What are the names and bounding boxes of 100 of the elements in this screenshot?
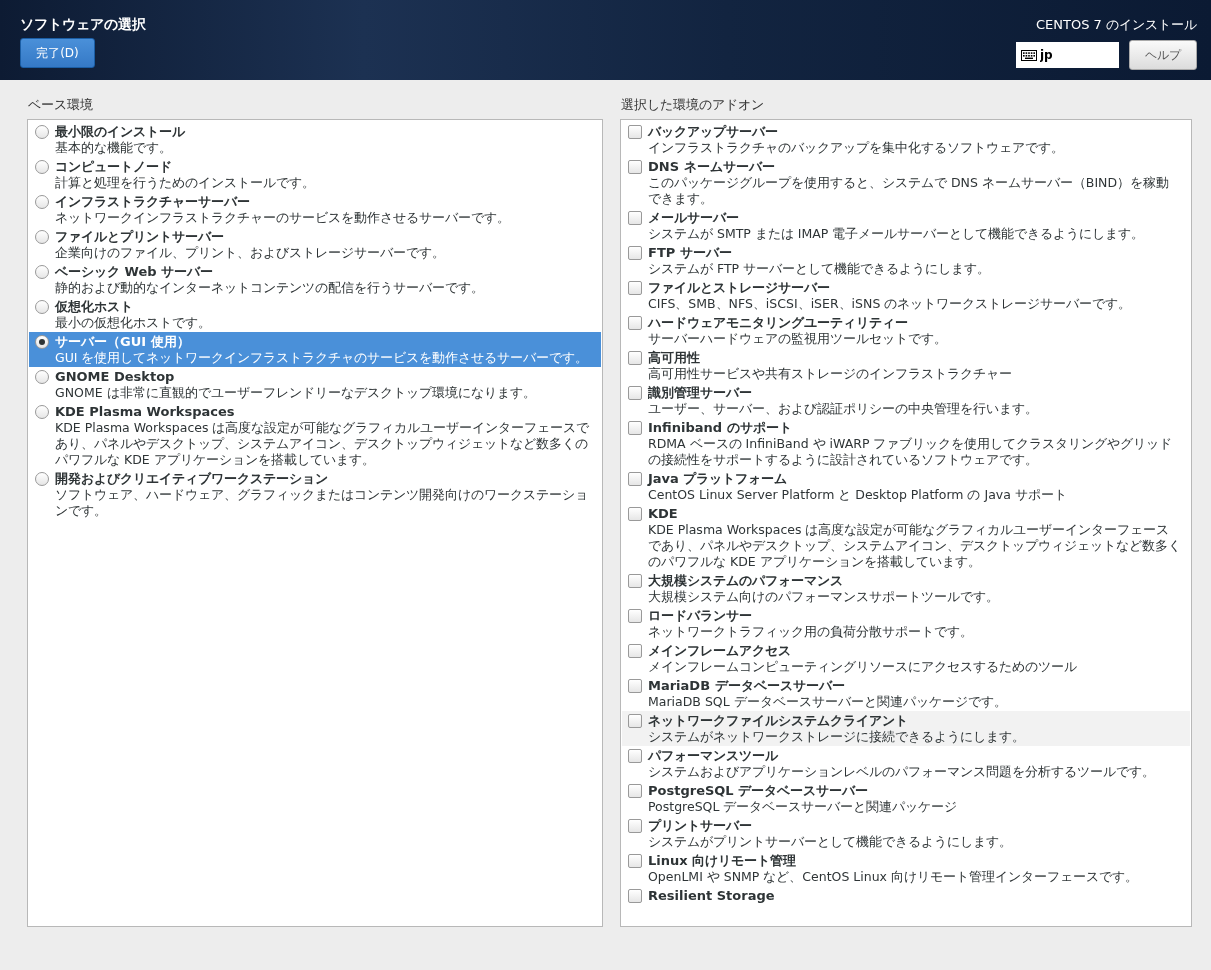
addon-item[interactable]: ロードバランサー ネットワークトラフィック用の負荷分散サポートです。 [622,606,1190,641]
environment-item[interactable]: 開発およびクリエイティブワークステーション ソフトウェア、ハードウェア、グラフィックまたはコンテンツ開発向けのワークステーションです。 [29,469,601,520]
addon-title: ネットワークファイルシステムクライアント [648,712,909,729]
product-title: CENTOS 7 のインストール [1036,16,1197,34]
addon-item[interactable]: ハードウェアモニタリングユーティリティー サーバーハードウェアの監視用ツールセットです。 [622,313,1190,348]
addon-title: メインフレームアクセス [648,642,792,659]
checkbox[interactable] [628,749,642,763]
checkbox[interactable] [628,421,642,435]
checkbox[interactable] [628,889,642,903]
addon-item[interactable]: プリントサーバー システムがプリントサーバーとして機能できるようにします。 [622,816,1190,851]
checkbox[interactable] [628,644,642,658]
done-button[interactable]: 完了(D) [20,38,95,68]
checkbox[interactable] [628,125,642,139]
addon-item[interactable]: DNS ネームサーバー このパッケージグループを使用すると、システムで DNS ネームサーバー（BIND）を稼動できます。 [622,157,1190,208]
addon-title: 大規模システムのパフォーマンス [648,572,844,589]
addon-title: バックアップサーバー [648,123,779,140]
environment-item[interactable]: 仮想化ホスト 最小の仮想化ホストです。 [29,297,601,332]
addon-title: Resilient Storage [648,887,775,904]
checkbox[interactable] [628,211,642,225]
environment-item[interactable]: ファイルとプリントサーバー 企業向けのファイル、プリント、およびストレージサーバーです。 [29,227,601,262]
addon-item[interactable]: MariaDB データベースサーバー MariaDB SQL データベースサーバーと関連パッケージです。 [622,676,1190,711]
addon-item[interactable]: Resilient Storage [622,886,1190,905]
checkbox[interactable] [628,351,642,365]
radio-button[interactable] [35,195,49,209]
checkbox[interactable] [628,246,642,260]
radio-button[interactable] [35,300,49,314]
addon-item[interactable]: PostgreSQL データベースサーバー PostgreSQL データベースサーバーと関連パッケージ [622,781,1190,816]
keyboard-layout-field[interactable]: jp [1016,42,1119,68]
addon-description: メインフレームコンピューティングリソースにアクセスするためのツール [648,659,1077,675]
environment-item[interactable]: インフラストラクチャーサーバー ネットワークインフラストラクチャーのサービスを動作させるサーバーです。 [29,192,601,227]
addon-title: PostgreSQL データベースサーバー [648,782,870,799]
environment-title: コンピュートノード [55,158,173,175]
addon-description: OpenLMI や SNMP など、CentOS Linux 向けリモート管理インターフェースです。 [648,869,1138,885]
environment-title: 開発およびクリエイティブワークステーション [55,470,329,487]
checkbox[interactable] [628,386,642,400]
addon-item[interactable]: 識別管理サーバー ユーザー、サーバー、および認証ポリシーの中央管理を行います。 [622,383,1190,418]
addon-item[interactable]: Java プラットフォーム CentOS Linux Server Platform と Desktop Platform の Java サポート [622,469,1190,504]
checkbox[interactable] [628,819,642,833]
section-label: ベース環境 [27,96,94,114]
addon-item[interactable]: 高可用性 高可用性サービスや共有ストレージのインフラストラクチャー [622,348,1190,383]
addon-title: 高可用性 [648,349,701,366]
environment-description: KDE Plasma Workspaces は高度な設定が可能なグラフィカルユーザーインターフェースであり、パネルやデスクトップ、システムアイコン、デスクトップウィジェットなど数多くのパワフルな KDE アプリケーションを搭載しています。 [55,420,591,468]
addon-description: ネットワークトラフィック用の負荷分散サポートです。 [648,624,973,640]
radio-button[interactable] [35,370,49,384]
addon-description: システムが SMTP または IMAP 電子メールサーバーとして機能できるようにします。 [648,226,1145,242]
checkbox[interactable] [628,609,642,623]
radio-button[interactable] [35,230,49,244]
addon-title: MariaDB データベースサーバー [648,677,846,694]
addon-item[interactable]: 大規模システムのパフォーマンス 大規模システム向けのパフォーマンスサポートツールです。 [622,571,1190,606]
addon-description: 高可用性サービスや共有ストレージのインフラストラクチャー [648,366,1012,382]
checkbox[interactable] [628,714,642,728]
environment-description: 最小の仮想化ホストです。 [55,315,211,331]
addon-item[interactable]: KDE KDE Plasma Workspaces は高度な設定が可能なグラフィカルユーザーインターフェースであり、パネルやデスクトップ、システムアイコン、デスクトップウィジェットなど数多くのパワフルな KDE アプリケーションを搭載しています。 [622,504,1190,571]
radio-button[interactable] [35,472,49,486]
environment-item[interactable]: 最小限のインストール 基本的な機能です。 [29,122,601,157]
radio-button[interactable] [35,160,49,174]
addon-item[interactable]: メインフレームアクセス メインフレームコンピューティングリソースにアクセスするためのツール [622,641,1190,676]
environment-item[interactable]: コンピュートノード 計算と処理を行うためのインストールです。 [29,157,601,192]
radio-button[interactable] [35,125,49,139]
environment-item[interactable]: GNOME Desktop GNOME は非常に直観的でユーザーフレンドリーなデスクトップ環境になります。 [29,367,601,402]
addon-title: DNS ネームサーバー [648,158,776,175]
environment-item[interactable]: ベーシック Web サーバー 静的および動的なインターネットコンテンツの配信を行うサーバーです。 [29,262,601,297]
addon-item[interactable]: Infiniband のサポート RDMA ベースの InfiniBand や iWARP ファブリックを使用してクラスタリングやグリッドの接続性をサポートするように設計されているソフトウェアです。 [622,418,1190,469]
addon-description: CIFS、SMB、NFS、iSCSI、iSER、iSNS のネットワークストレージサーバーです。 [648,296,1132,312]
environment-title: GNOME Desktop [55,368,176,385]
environment-item[interactable]: KDE Plasma Workspaces KDE Plasma Workspaces は高度な設定が可能なグラフィカルユーザーインターフェースであり、パネルやデスクトップ、システムアイコン、デスクトップウィジェットなど数多くのパワフルな KDE アプリケーションを搭載しています。 [29,402,601,469]
help-button[interactable]: ヘルプ [1129,40,1197,70]
checkbox[interactable] [628,472,642,486]
radio-button[interactable] [35,335,49,349]
addon-item[interactable]: ネットワークファイルシステムクライアント システムがネットワークストレージに接続できるようにします。 [622,711,1190,746]
addon-item[interactable]: パフォーマンスツール システムおよびアプリケーションレベルのパフォーマンス問題を分析するツールです。 [622,746,1190,781]
addon-title: Infiniband のサポート [648,419,793,436]
radio-button[interactable] [35,405,49,419]
checkbox[interactable] [628,160,642,174]
addon-description: ユーザー、サーバー、および認証ポリシーの中央管理を行います。 [648,401,1038,417]
addon-item[interactable]: Linux 向けリモート管理 OpenLMI や SNMP など、CentOS Linux 向けリモート管理インターフェースです。 [622,851,1190,886]
environment-description: GNOME は非常に直観的でユーザーフレンドリーなデスクトップ環境になります。 [55,385,536,401]
radio-button[interactable] [35,265,49,279]
environment-description: 静的および動的なインターネットコンテンツの配信を行うサーバーです。 [55,280,484,296]
addon-description: インフラストラクチャのバックアップを集中化するソフトウェアです。 [648,140,1064,156]
environment-title: サーバー（GUI 使用） [55,333,191,350]
addon-item[interactable]: バックアップサーバー インフラストラクチャのバックアップを集中化するソフトウェアです。 [622,122,1190,157]
addon-item[interactable]: FTP サーバー システムが FTP サーバーとして機能できるようにします。 [622,243,1190,278]
checkbox[interactable] [628,784,642,798]
environment-description: 計算と処理を行うためのインストールです。 [55,175,315,191]
addon-description: MariaDB SQL データベースサーバーと関連パッケージです。 [648,694,1007,710]
addon-item[interactable]: ファイルとストレージサーバー CIFS、SMB、NFS、iSCSI、iSER、iSNS のネットワークストレージサーバーです。 [622,278,1190,313]
checkbox[interactable] [628,854,642,868]
addon-title: ファイルとストレージサーバー [648,279,831,296]
checkbox[interactable] [628,281,642,295]
environment-title: ベーシック Web サーバー [55,263,215,280]
environment-description: ソフトウェア、ハードウェア、グラフィックまたはコンテンツ開発向けのワークステーションです。 [55,487,589,519]
addon-title: FTP サーバー [648,244,733,261]
checkbox[interactable] [628,679,642,693]
checkbox[interactable] [628,507,642,521]
checkbox[interactable] [628,316,642,330]
addon-title: プリントサーバー [648,817,753,834]
addon-item[interactable]: メールサーバー システムが SMTP または IMAP 電子メールサーバーとして機能できるようにします。 [622,208,1190,243]
checkbox[interactable] [628,574,642,588]
addon-description: PostgreSQL データベースサーバーと関連パッケージ [648,799,958,815]
